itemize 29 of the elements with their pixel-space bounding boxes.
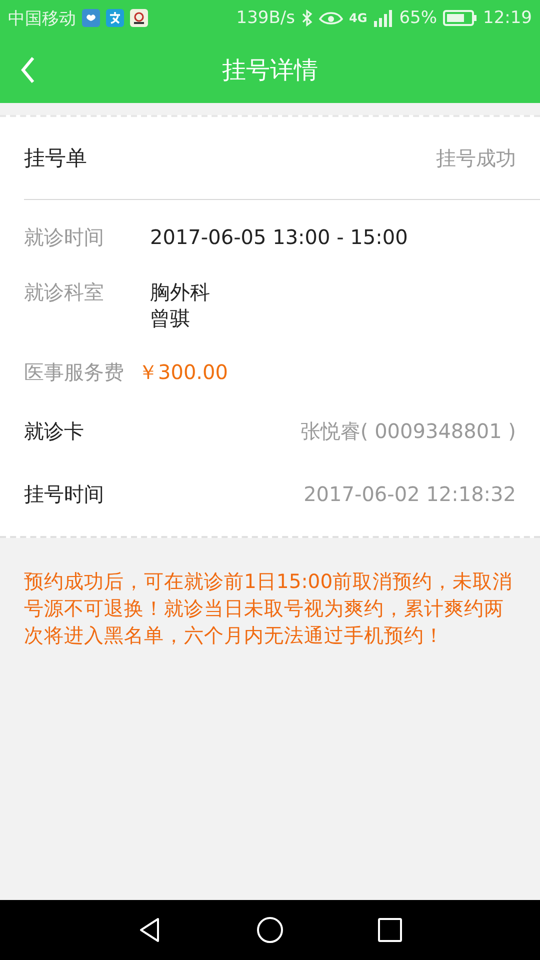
home-icon[interactable] bbox=[256, 916, 284, 944]
clock-time: 12:19 bbox=[483, 8, 532, 28]
field-value: ￥300.00 bbox=[138, 359, 228, 385]
field-value: 胸外科 bbox=[150, 279, 210, 305]
field-label: 就诊科室 bbox=[24, 279, 105, 306]
field-label: 就诊卡 bbox=[24, 418, 85, 445]
field-label: 就诊时间 bbox=[24, 224, 105, 251]
order-title: 挂号单 bbox=[24, 145, 87, 172]
field-value: 2017-06-02 12:18:32 bbox=[304, 481, 516, 507]
app-icon bbox=[106, 9, 124, 27]
app-icon bbox=[130, 9, 148, 27]
field-label: 挂号时间 bbox=[24, 481, 105, 508]
recent-apps-icon[interactable] bbox=[376, 916, 404, 944]
field-value: 曾骐 bbox=[150, 305, 191, 331]
carrier-name: 中国移动 bbox=[8, 8, 76, 30]
bluetooth-icon bbox=[301, 9, 313, 27]
eye-icon bbox=[319, 10, 343, 26]
app-icon bbox=[82, 9, 100, 27]
signal-icon bbox=[373, 9, 394, 27]
field-label: 医事服务费 bbox=[24, 359, 124, 386]
field-value: 2017-06-05 13:00 - 15:00 bbox=[150, 224, 408, 250]
order-status: 挂号成功 bbox=[436, 144, 516, 172]
page-title: 挂号详情 bbox=[222, 54, 318, 86]
network-speed: 139B/s bbox=[236, 8, 295, 28]
network-type: 4G bbox=[349, 11, 368, 25]
battery-icon bbox=[443, 9, 477, 27]
notice-text: 预约成功后，可在就诊前1日15:00前取消预约，未取消号源不可退换！就诊当日未取号视为爽约，累计爽约两次将进入黑名单，六个月内无法通过手机预约！ bbox=[23, 569, 514, 649]
field-value: 张悦睿( 0009348801 ) bbox=[300, 418, 516, 444]
battery-percent: 65% bbox=[399, 8, 437, 28]
